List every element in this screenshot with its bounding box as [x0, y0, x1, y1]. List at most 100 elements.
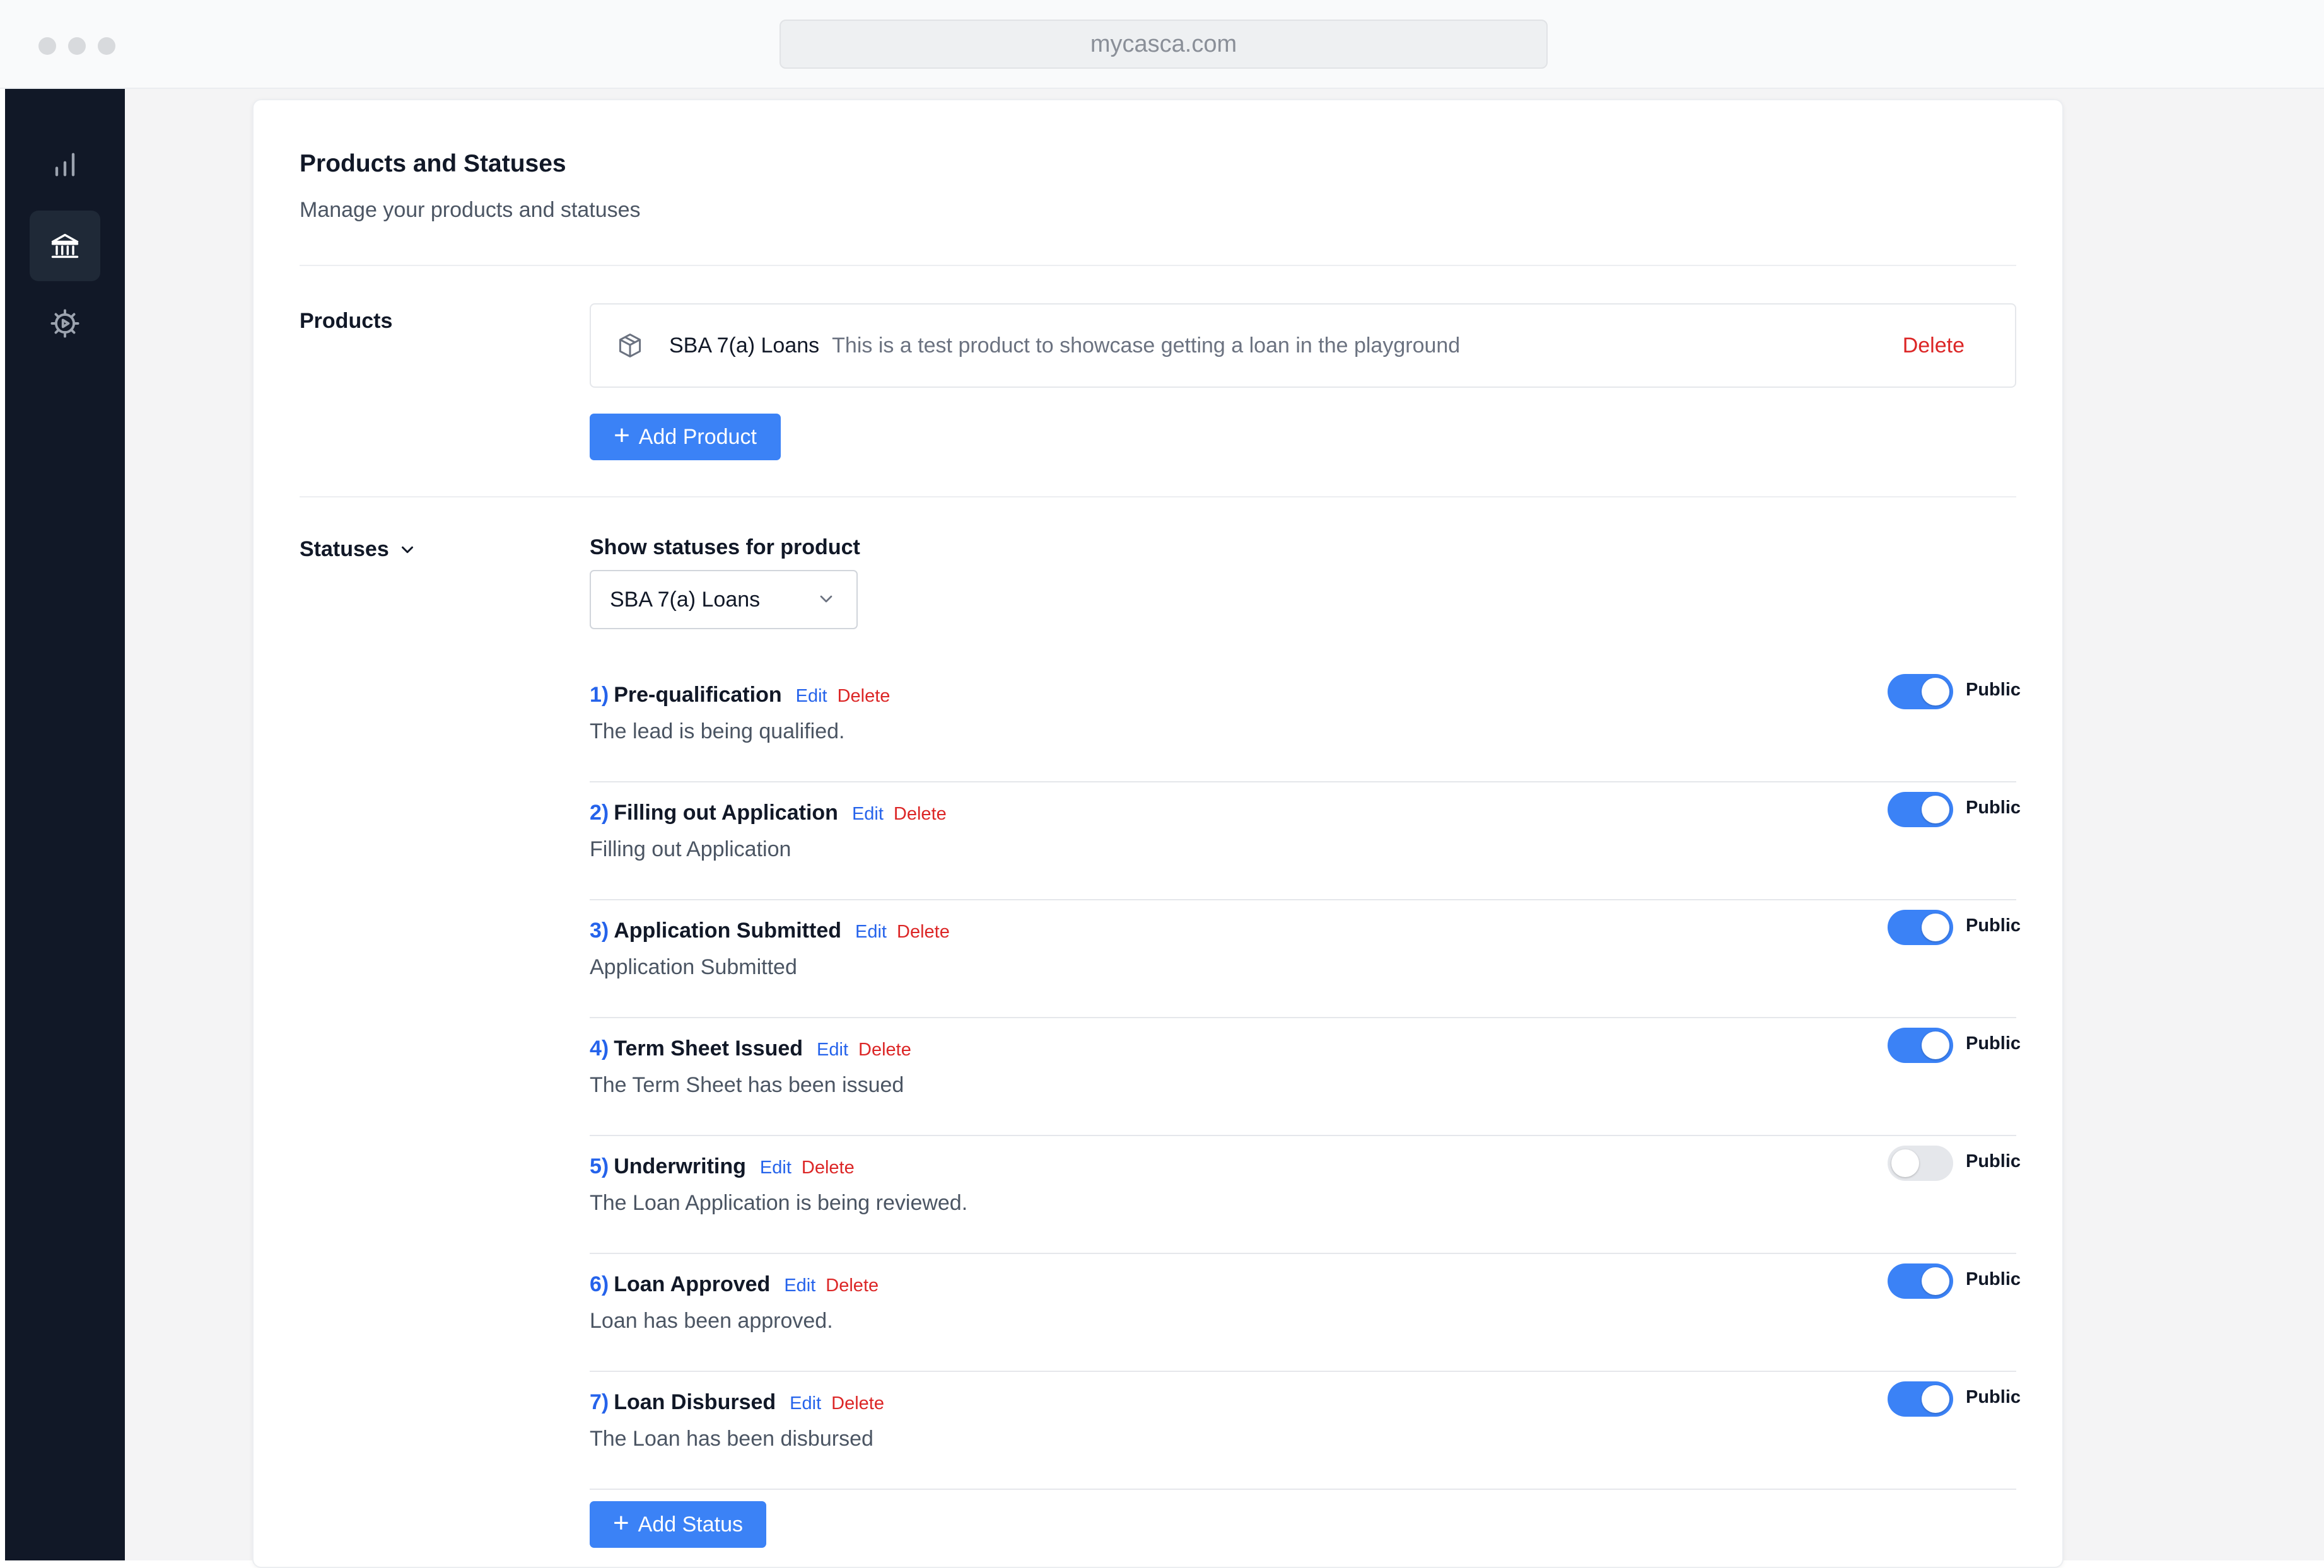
toggle-knob	[1922, 796, 1949, 823]
status-divider	[590, 1253, 2016, 1254]
browser-chrome: mycasca.com	[0, 0, 2324, 89]
status-number: 5)	[590, 1154, 609, 1178]
status-public-toggle[interactable]	[1888, 1263, 1953, 1299]
product-row: SBA 7(a) Loans This is a test product to…	[590, 303, 2016, 388]
status-number: 3)	[590, 919, 609, 943]
section-divider	[300, 496, 2016, 497]
status-heading: 6) Loan Approved Edit Delete	[590, 1272, 879, 1297]
status-heading: 2) Filling out Application Edit Delete	[590, 801, 947, 825]
status-description: Loan has been approved.	[590, 1309, 833, 1333]
toggle-knob	[1922, 914, 1949, 941]
status-description: Filling out Application	[590, 837, 791, 861]
window-minimize-dot[interactable]	[68, 37, 86, 55]
status-name: Filling out Application	[614, 801, 838, 825]
status-edit-button[interactable]: Edit	[796, 686, 827, 707]
status-row: 4) Term Sheet Issued Edit Delete The Term Sh…	[590, 1028, 2021, 1154]
status-row: 6) Loan Approved Edit Delete Loan has been a…	[590, 1263, 2021, 1390]
status-name: Application Submitted	[614, 919, 842, 943]
status-heading: 1) Pre-qualification Edit Delete	[590, 683, 890, 707]
status-edit-button[interactable]: Edit	[760, 1158, 791, 1178]
status-public-toggle[interactable]	[1888, 1146, 1953, 1181]
chevron-down-icon	[820, 595, 832, 603]
status-description: The Loan Application is being reviewed.	[590, 1191, 968, 1215]
chevron-down-icon	[401, 546, 413, 553]
add-status-label: Add Status	[638, 1512, 744, 1536]
status-public-label: Public	[1966, 1151, 2021, 1171]
status-edit-button[interactable]: Edit	[855, 922, 887, 943]
status-public-toggle[interactable]	[1888, 792, 1953, 827]
status-public-label: Public	[1966, 1033, 2021, 1054]
sidebar-item-settings[interactable]	[30, 288, 100, 359]
status-number: 2)	[590, 801, 609, 825]
status-delete-button[interactable]: Delete	[897, 922, 950, 943]
status-row: 2) Filling out Application Edit Delete Filli…	[590, 792, 2021, 919]
status-public-toggle[interactable]	[1888, 1028, 1953, 1063]
toggle-knob	[1891, 1149, 1919, 1177]
settings-icon	[50, 309, 79, 338]
status-public-label: Public	[1966, 680, 2021, 700]
toggle-knob	[1922, 1267, 1949, 1295]
page-subtitle: Manage your products and statuses	[300, 198, 641, 222]
status-delete-button[interactable]: Delete	[858, 1040, 911, 1060]
status-divider	[590, 1135, 2016, 1136]
product-description: This is a test product to showcase getti…	[832, 333, 1461, 357]
status-delete-button[interactable]: Delete	[838, 686, 890, 707]
status-description: The Term Sheet has been issued	[590, 1073, 904, 1097]
status-delete-button[interactable]: Delete	[802, 1158, 855, 1178]
products-label: Products	[300, 309, 393, 333]
address-bar-url: mycasca.com	[1090, 30, 1237, 57]
status-name: Underwriting	[614, 1154, 746, 1178]
status-row: 3) Application Submitted Edit Delete Applica…	[590, 910, 2021, 1037]
header-divider	[300, 265, 2016, 266]
status-divider	[590, 1371, 2016, 1372]
product-filter-select[interactable]: SBA 7(a) Loans	[590, 570, 858, 629]
status-delete-button[interactable]: Delete	[894, 804, 947, 825]
status-edit-button[interactable]: Edit	[784, 1275, 815, 1296]
page-title: Products and Statuses	[300, 150, 566, 177]
status-number: 1)	[590, 683, 609, 707]
status-number: 4)	[590, 1037, 609, 1060]
window-close-dot[interactable]	[38, 37, 56, 55]
status-name: Loan Disbursed	[614, 1390, 776, 1414]
status-edit-button[interactable]: Edit	[852, 804, 884, 825]
status-divider	[590, 1017, 2016, 1018]
status-description: Application Submitted	[590, 955, 797, 979]
sidebar-item-products[interactable]	[30, 211, 100, 281]
statuses-label: Statuses	[300, 537, 389, 561]
status-public-toggle[interactable]	[1888, 910, 1953, 945]
bank-icon	[51, 233, 79, 258]
sidebar-item-analytics[interactable]	[30, 129, 100, 199]
status-public-label: Public	[1966, 1269, 2021, 1289]
product-filter-label: Show statuses for product	[590, 535, 860, 559]
cube-icon	[616, 332, 644, 359]
add-product-button[interactable]: + Add Product	[590, 414, 781, 460]
sidebar	[5, 89, 125, 1560]
product-delete-button[interactable]: Delete	[1903, 334, 1965, 358]
status-delete-button[interactable]: Delete	[831, 1393, 884, 1414]
product-name: SBA 7(a) Loans	[669, 333, 820, 357]
plus-icon: +	[612, 1507, 629, 1538]
toggle-knob	[1922, 1385, 1949, 1413]
status-heading: 7) Loan Disbursed Edit Delete	[590, 1390, 884, 1415]
status-description: The Loan has been disbursed	[590, 1427, 873, 1451]
status-public-label: Public	[1966, 915, 2021, 936]
status-edit-button[interactable]: Edit	[790, 1393, 821, 1414]
status-edit-button[interactable]: Edit	[817, 1040, 848, 1060]
status-heading: 4) Term Sheet Issued Edit Delete	[590, 1037, 911, 1061]
status-divider	[590, 781, 2016, 782]
status-row: 5) Underwriting Edit Delete The Loan Applica…	[590, 1146, 2021, 1272]
window-maximize-dot[interactable]	[98, 37, 115, 55]
status-delete-button[interactable]: Delete	[826, 1275, 879, 1296]
status-name: Pre-qualification	[614, 683, 782, 707]
statuses-toggle[interactable]: Statuses	[300, 537, 417, 562]
status-public-label: Public	[1966, 798, 2021, 818]
status-row: 7) Loan Disbursed Edit Delete The Loan has b…	[590, 1381, 2021, 1508]
add-status-button[interactable]: + Add Status	[590, 1501, 766, 1548]
status-public-toggle[interactable]	[1888, 674, 1953, 709]
status-number: 6)	[590, 1272, 609, 1296]
toggle-knob	[1922, 1031, 1949, 1059]
bar-chart-icon	[55, 153, 75, 177]
status-public-toggle[interactable]	[1888, 1381, 1953, 1417]
toggle-knob	[1922, 678, 1949, 706]
address-bar[interactable]: mycasca.com	[780, 20, 1548, 69]
